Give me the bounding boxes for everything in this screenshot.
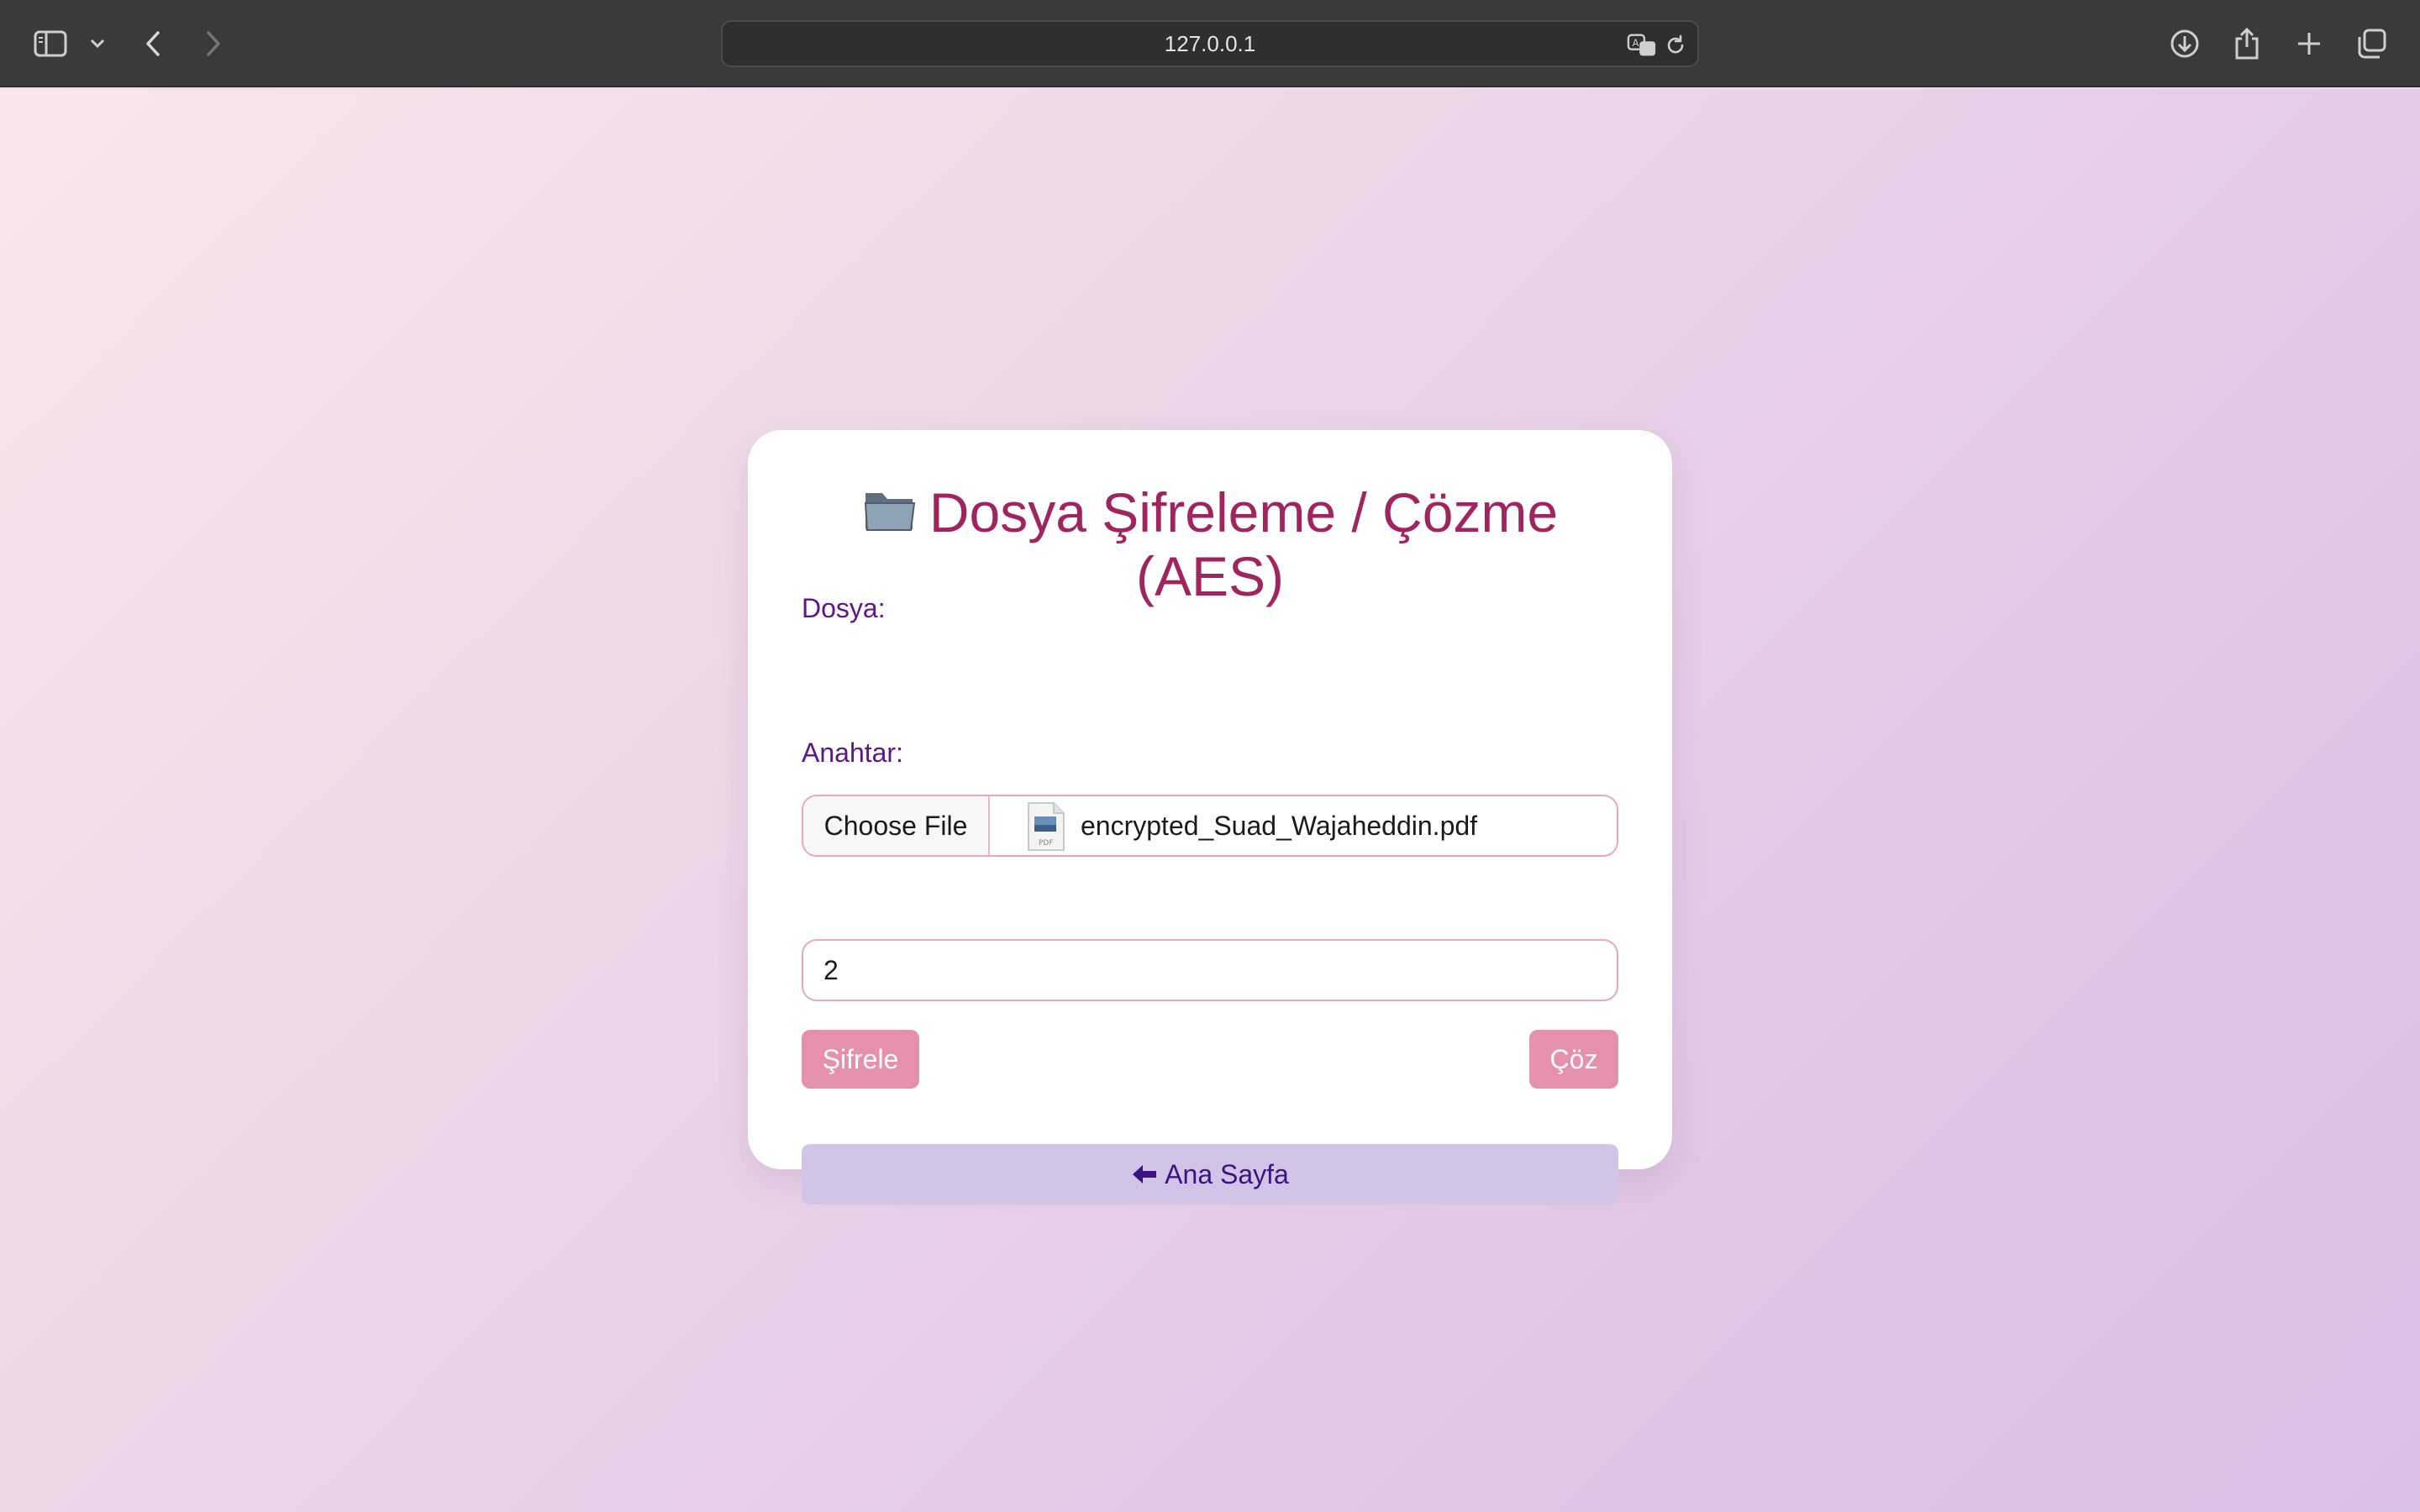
decrypt-button[interactable]: Çöz [1529, 1030, 1618, 1089]
file-label: Dosya: [802, 593, 886, 623]
encrypt-button[interactable]: Şifrele [802, 1030, 919, 1089]
file-input[interactable]: Choose File PDF encrypted_Suad_Wajaheddi… [802, 795, 1618, 857]
encryption-card: Dosya Şifreleme / Çözme (AES) Dosya: Cho… [748, 430, 1672, 1205]
chevron-down-icon[interactable] [74, 18, 121, 69]
download-icon[interactable] [2160, 18, 2210, 69]
new-tab-icon[interactable] [2284, 18, 2334, 69]
share-icon[interactable] [2222, 18, 2272, 69]
forward-icon[interactable] [188, 18, 239, 69]
choose-file-button[interactable]: Choose File [803, 796, 990, 855]
arrow-left-icon [1131, 1146, 1158, 1184]
reload-icon[interactable] [1660, 30, 1691, 60]
svg-text:PDF: PDF [1039, 839, 1054, 848]
page-title-text: Dosya Şifreleme / Çözme (AES) [929, 481, 1559, 607]
page-viewport: Dosya Şifreleme / Çözme (AES) Dosya: Cho… [0, 89, 2420, 1512]
sidebar-icon[interactable] [25, 18, 76, 69]
key-input[interactable]: 2 [802, 939, 1618, 1001]
svg-text:A: A [1633, 37, 1639, 49]
address-bar[interactable]: 127.0.0.1 A [721, 20, 1699, 67]
translate-icon[interactable]: A [1627, 30, 1657, 60]
pdf-file-icon: PDF [1023, 801, 1069, 852]
tabs-overview-icon[interactable] [2346, 18, 2396, 69]
address-text: 127.0.0.1 [1164, 31, 1256, 56]
selected-file-name: encrypted_Suad_Wajaheddin.pdf [1081, 811, 1478, 841]
back-icon[interactable] [128, 18, 178, 69]
page-title: Dosya Şifreleme / Çözme (AES) [798, 480, 1622, 608]
key-label: Anahtar: [802, 738, 903, 768]
folder-icon [862, 484, 918, 534]
browser-toolbar: 127.0.0.1 A [0, 0, 2420, 87]
home-button[interactable]: Ana Sayfa [802, 1144, 1618, 1205]
home-button-label: Ana Sayfa [1165, 1159, 1289, 1189]
